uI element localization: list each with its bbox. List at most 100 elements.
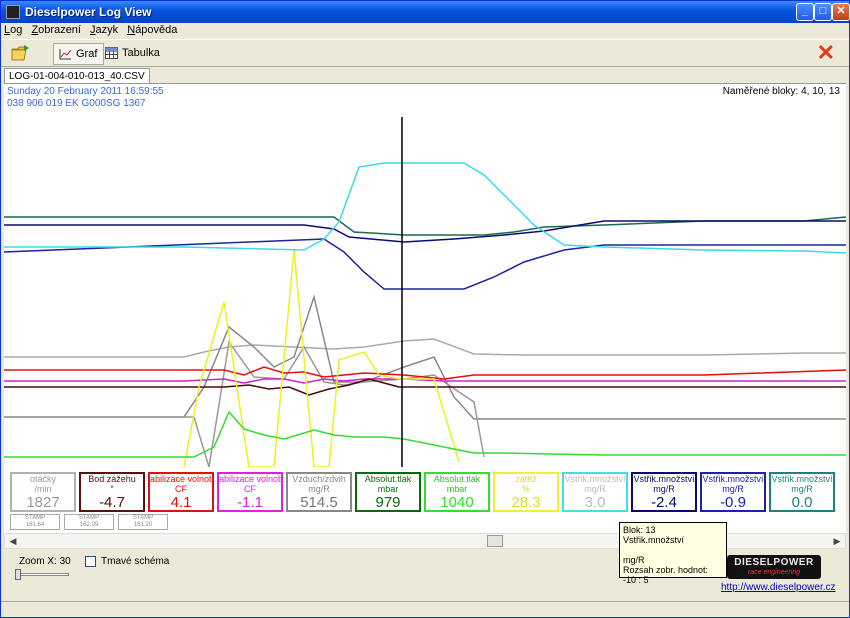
channel-box-vstrik-4[interactable]: Vstřik.množství mg/R 0.0 [769,472,835,512]
channel-value: 979 [375,494,401,511]
toolbar: Graf Tabulka ✕ [1,39,849,67]
measured-blocks: Naměřené bloky: 4, 10, 13 [722,86,840,97]
tabulka-button[interactable]: Tabulka [100,43,166,65]
graph-area[interactable] [4,117,846,469]
channel-unit: CF [244,484,256,494]
channel-name: Vstřik.množství [771,474,833,484]
website-link[interactable]: http://www.dieselpower.cz [721,582,836,593]
channel-value: -2.4 [651,494,677,511]
stamp-label: STAMP [78,515,100,521]
file-tab[interactable]: LOG-01-004-010-013_40.CSV [4,68,150,84]
trace-light-gray [4,338,846,358]
ecu-id: 038 906 019 EK G000SG 1367 [7,98,146,109]
channel-value: 0.0 [791,494,813,511]
trace-gray-1 [4,294,846,420]
stamp-value: 161.64 [25,522,45,528]
trace-cyan [4,162,846,254]
channel-box-vstrik-3[interactable]: Vstřik.množství mg/R -0.9 [700,472,766,512]
logo-line2: race engineering [747,569,801,576]
channel-value: 514.5 [300,494,338,511]
channel-name: Bod zážehu [88,474,136,484]
channel-box-vzduch-zdvih[interactable]: Vzduch/zdvih mg/R 514.5 [286,472,352,512]
channel-unit: mg/R [791,484,813,494]
stamp-value: 161.20 [133,522,153,528]
channel-box-vstrik-1[interactable]: Vstřik.množství mg/R 3.0 [562,472,628,512]
channel-tooltip: Blok: 13 Vstřik.množství mg/R Rozsah zob… [619,522,727,585]
channel-name: Absolut.tlak [364,474,412,484]
graph-canvas [4,117,846,469]
menu-zobrazeni[interactable]: Zobrazení [28,23,84,37]
stamp-box: STAMP 161.64 [10,514,60,530]
channel-box-absolut-tlak-2[interactable]: Absolut.tlak mbar 1040 [424,472,490,512]
channel-box-vstrik-2[interactable]: Vstřik.množství mg/R -2.4 [631,472,697,512]
zoom-slider[interactable] [15,569,69,581]
channel-box-absolut-tlak-1[interactable]: Absolut.tlak mbar 979 [355,472,421,512]
channel-box-otacky[interactable]: otáčky /min 1827 [10,472,76,512]
menu-napoveda[interactable]: Nápověda [124,23,180,37]
table-icon [105,47,118,59]
trace-yellow [183,248,460,468]
dark-scheme-label: Tmavé schéma [101,556,170,567]
scroll-right-icon[interactable]: ▶ [830,535,844,547]
channel-box-stabilizace-1[interactable]: abilizace volnoběh CF 4.1 [148,472,214,512]
channel-name: Vstřik.množství [633,474,695,484]
channel-unit: mbar [446,484,468,494]
window-title: Dieselpower Log View [25,5,152,19]
channel-value: 3.0 [584,494,606,511]
tooltip-name: Vstřik.množství [623,535,685,545]
trace-dark-green [4,216,846,236]
graf-button[interactable]: Graf [53,43,105,65]
channel-value: 4.1 [170,494,192,511]
zoom-label: Zoom X: 30 [19,556,71,567]
channel-name: Vstřik.množství [564,474,626,484]
close-log-icon[interactable]: ✕ [817,42,835,64]
tooltip-range: Rozsah zobr. hodnot: -10 : 5 [623,565,709,585]
scroll-left-icon[interactable]: ◀ [6,535,20,547]
channel-unit: % [521,484,530,494]
channel-unit: /min [34,484,52,494]
menu-bar: Log Zobrazení Jazyk Nápověda [1,23,849,39]
app-window: Dieselpower Log View _ □ ✕ Log Zobrazení… [0,0,850,618]
channel-box-bod-zazehu[interactable]: Bod zážehu ° -4.7 [79,472,145,512]
stamp-label: STAMP [132,515,154,521]
dark-scheme-checkbox[interactable] [85,556,96,567]
channel-value: 1040 [440,494,474,511]
stamp-box: STAMP 161.20 [118,514,168,530]
log-info: Sunday 20 February 2011 16:59:55 038 906… [4,83,846,117]
zoom-knob[interactable] [15,569,21,580]
channel-unit: mg/R [722,484,744,494]
status-bar [1,601,849,617]
title-bar[interactable]: Dieselpower Log View _ □ ✕ [1,1,850,23]
maximize-button[interactable]: □ [814,3,832,21]
channel-name: zátěž [515,474,537,484]
stamp-value: 162.09 [79,522,99,528]
trace-gray-2 [4,340,485,468]
channel-unit: mg/R [653,484,675,494]
app-icon [6,5,20,19]
menu-jazyk[interactable]: Jazyk [87,23,121,37]
channel-name: Vzduch/zdvih [292,474,346,484]
channel-unit: mg/R [584,484,606,494]
channel-value: 1827 [26,494,60,511]
zoom-track [15,573,69,576]
dieselpower-logo: DIESELPOWER race engineering [727,555,821,579]
tooltip-unit: mg/R [623,555,645,565]
channel-name: abilizace volnoběh [150,474,212,484]
channel-box-stabilizace-2[interactable]: abilizace volnoběh CF -1.1 [217,472,283,512]
channel-name: Vstřik.množství [702,474,764,484]
close-button[interactable]: ✕ [832,3,850,21]
channel-name: abilizace volnoběh [219,474,281,484]
channel-unit: mbar [377,484,399,494]
channel-box-zatez[interactable]: zátěž % 28.3 [493,472,559,512]
graf-label: Graf [76,48,98,60]
open-folder-icon[interactable] [11,44,31,62]
trace-red [4,366,846,380]
channel-name: otáčky [29,474,56,484]
channel-unit: CF [175,484,187,494]
channel-name: Absolut.tlak [433,474,481,484]
minimize-button[interactable]: _ [796,3,814,21]
scroll-thumb[interactable] [487,535,503,547]
logo-line1: DIESELPOWER [734,557,814,568]
channel-unit: ° [110,484,114,494]
menu-log[interactable]: Log [1,23,25,37]
